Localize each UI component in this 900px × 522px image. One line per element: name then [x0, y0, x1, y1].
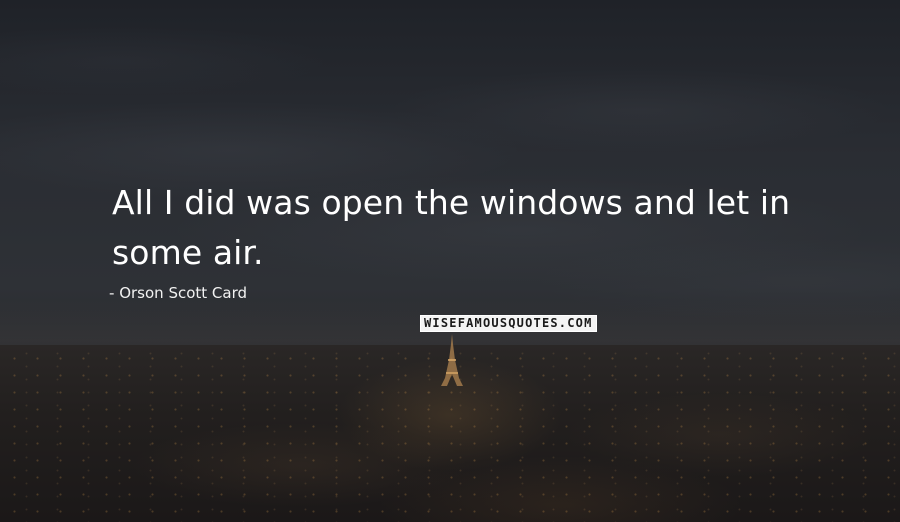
quote-card: All I did was open the windows and let i…: [0, 0, 900, 522]
quote-text: All I did was open the windows and let i…: [112, 178, 832, 278]
quote-line-2: some air.: [112, 233, 264, 272]
quote-author: - Orson Scott Card: [109, 284, 247, 302]
quote-line-1: All I did was open the windows and let i…: [112, 183, 791, 222]
author-dash: -: [109, 284, 115, 302]
author-name: Orson Scott Card: [119, 284, 248, 302]
watermark-logo: WISEFAMOUSQUOTES.COM: [420, 315, 597, 332]
eiffel-tower-icon: [441, 334, 463, 386]
